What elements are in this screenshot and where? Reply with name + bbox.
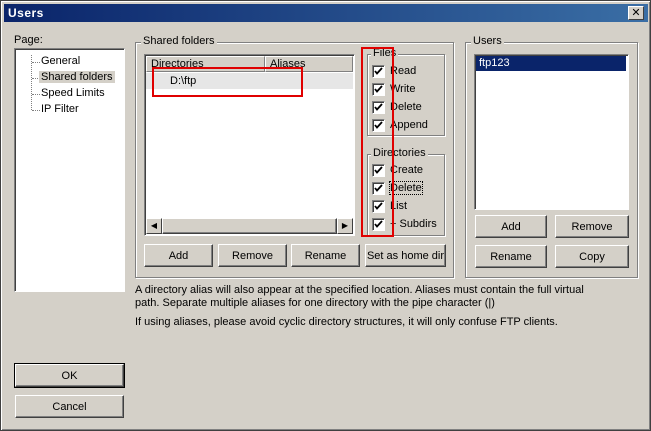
tree-item-ip-filter[interactable]: IP Filter <box>41 103 79 115</box>
checkbox[interactable] <box>372 199 385 213</box>
horizontal-scrollbar[interactable]: ◀ ▶ <box>146 218 353 234</box>
checkbox[interactable] <box>372 82 385 96</box>
directory-cell: D:\ftp <box>170 75 197 87</box>
folder-remove-button[interactable]: Remove <box>218 244 287 267</box>
user-name: ftp123 <box>479 57 510 69</box>
user-copy-button[interactable]: Copy <box>555 245 629 268</box>
info-text-line3: If using aliases, please avoid cyclic di… <box>135 316 558 328</box>
info-text-line1: A directory alias will also appear at th… <box>135 284 584 296</box>
user-rename-button[interactable]: Rename <box>475 245 547 268</box>
file-append-checkbox[interactable]: Append <box>372 118 428 132</box>
column-header-aliases[interactable]: Aliases <box>265 56 353 72</box>
tree-item-general[interactable]: General <box>41 55 80 67</box>
directories-label: Directories <box>371 147 428 159</box>
check-icon <box>374 66 383 75</box>
dir-create-checkbox[interactable]: Create <box>372 163 423 177</box>
checkbox[interactable] <box>372 64 385 78</box>
check-icon <box>374 120 383 129</box>
folder-rename-button[interactable]: Rename <box>291 244 360 267</box>
tree-connector <box>32 94 40 95</box>
users-label: Users <box>471 35 504 47</box>
check-icon <box>374 219 383 228</box>
file-read-checkbox[interactable]: Read <box>372 64 416 78</box>
close-button[interactable]: ✕ <box>628 6 644 20</box>
folders-list[interactable]: Directories Aliases D:\ftp ◀ ▶ <box>144 54 355 236</box>
list-item[interactable]: ftp123 <box>476 56 626 71</box>
files-label: Files <box>371 47 399 59</box>
set-home-dir-button[interactable]: Set as home dir <box>365 244 446 267</box>
title-bar: Users ✕ <box>4 4 648 22</box>
scroll-thumb[interactable] <box>162 218 337 234</box>
checkbox[interactable] <box>372 100 385 114</box>
arrow-right-icon: ▶ <box>341 221 349 230</box>
info-text-line2: path. Separate multiple aliases for one … <box>135 297 495 309</box>
check-icon <box>374 201 383 210</box>
user-remove-button[interactable]: Remove <box>555 215 629 238</box>
cancel-button[interactable]: Cancel <box>15 395 124 418</box>
tree-item-speed-limits[interactable]: Speed Limits <box>41 87 105 99</box>
table-row[interactable]: D:\ftp <box>146 73 353 89</box>
tree-item-shared-folders[interactable]: Shared folders <box>39 71 115 83</box>
check-icon <box>374 102 383 111</box>
window-title: Users <box>8 6 44 20</box>
check-icon <box>374 183 383 192</box>
user-add-button[interactable]: Add <box>475 215 547 238</box>
dir-subdirs-checkbox[interactable]: + Subdirs <box>372 217 437 231</box>
scroll-right-button[interactable]: ▶ <box>337 218 353 234</box>
close-icon: ✕ <box>631 6 641 19</box>
check-icon <box>374 165 383 174</box>
scroll-left-button[interactable]: ◀ <box>146 218 162 234</box>
dir-delete-checkbox[interactable]: Delete <box>372 181 423 195</box>
arrow-left-icon: ◀ <box>150 221 158 230</box>
tree-connector <box>32 62 40 63</box>
check-icon <box>374 84 383 93</box>
file-write-checkbox[interactable]: Write <box>372 82 415 96</box>
users-dialog: Users ✕ Page: General Shared folders Spe… <box>0 0 651 431</box>
folder-add-button[interactable]: Add <box>144 244 213 267</box>
page-label: Page: <box>14 34 43 46</box>
file-delete-checkbox[interactable]: Delete <box>372 100 422 114</box>
page-tree[interactable]: General Shared folders Speed Limits IP F… <box>14 48 125 292</box>
ok-button[interactable]: OK <box>14 363 125 388</box>
tree-connector <box>32 110 40 111</box>
shared-folders-label: Shared folders <box>141 35 217 47</box>
checkbox[interactable] <box>372 181 385 195</box>
checkbox[interactable] <box>372 163 385 177</box>
users-list[interactable]: ftp123 <box>474 54 629 210</box>
tree-connector <box>31 55 32 110</box>
column-header-directories[interactable]: Directories <box>146 56 265 72</box>
checkbox[interactable] <box>372 118 385 132</box>
checkbox[interactable] <box>372 217 385 231</box>
dir-list-checkbox[interactable]: List <box>372 199 407 213</box>
